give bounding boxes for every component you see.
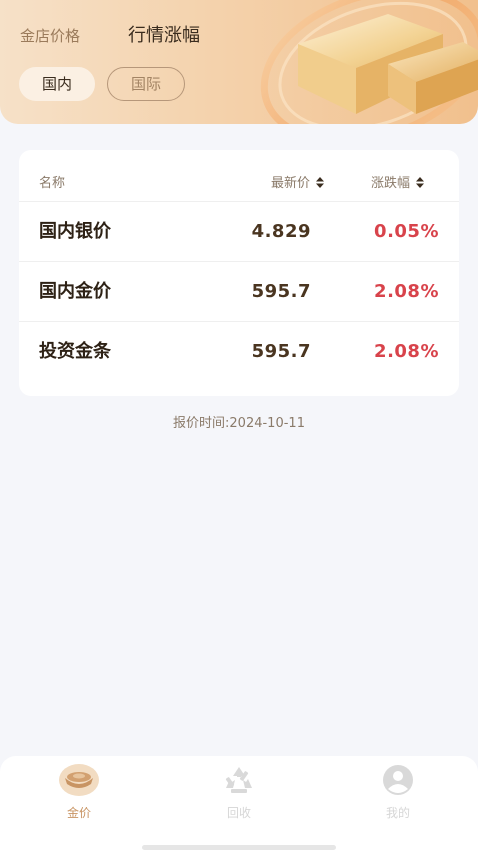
sort-icon[interactable] <box>416 177 425 188</box>
tab-market-change[interactable]: 行情涨幅 <box>128 22 200 50</box>
row-price: 4.829 <box>251 221 311 242</box>
gold-price-page: 金店价格 行情涨幅 国内 国际 名称 最新价 涨跌幅 国内银价 4.829 0.… <box>0 0 478 850</box>
row-name: 国内银价 <box>39 221 111 242</box>
quote-time: 报价时间:2024-10-11 <box>173 416 305 431</box>
column-header-latest-price[interactable]: 最新价 <box>271 172 325 191</box>
column-header-latest-price-label: 最新价 <box>271 176 311 191</box>
table-header: 名称 最新价 涨跌幅 <box>19 150 459 202</box>
sort-icon[interactable] <box>316 177 325 188</box>
table-row[interactable]: 国内金价 595.7 2.08% <box>19 262 459 322</box>
region-pill-international[interactable]: 国际 <box>107 67 185 101</box>
header-banner: 金店价格 行情涨幅 国内 国际 <box>0 0 478 124</box>
tab-store-price[interactable]: 金店价格 <box>20 22 80 50</box>
nav-label: 我的 <box>385 806 410 820</box>
nav-item-gold-price[interactable]: 金价 <box>39 764 119 826</box>
gold-bars-illustration <box>260 0 478 124</box>
column-header-name: 名称 <box>39 176 66 191</box>
region-pill-domestic[interactable]: 国内 <box>19 67 95 101</box>
row-change: 0.05% <box>374 221 439 242</box>
column-header-change-label: 涨跌幅 <box>371 176 411 191</box>
gold-ingot-icon <box>59 764 99 796</box>
row-price: 595.7 <box>251 341 311 362</box>
column-header-change[interactable]: 涨跌幅 <box>371 172 425 191</box>
nav-label: 金价 <box>66 806 91 820</box>
user-icon <box>383 765 413 795</box>
nav-item-mine[interactable]: 我的 <box>358 764 438 826</box>
price-table-card: 名称 最新价 涨跌幅 国内银价 4.829 0.05% 国内金价 595.7 2… <box>19 150 459 396</box>
nav-label: 回收 <box>226 806 251 820</box>
table-row[interactable]: 国内银价 4.829 0.05% <box>19 202 459 262</box>
bottom-nav: 金价 回收 我的 <box>0 756 478 850</box>
row-change: 2.08% <box>374 281 439 302</box>
recycle-icon <box>225 767 252 793</box>
row-name: 投资金条 <box>39 341 111 362</box>
row-name: 国内金价 <box>39 281 111 302</box>
table-row[interactable]: 投资金条 595.7 2.08% <box>19 322 459 382</box>
nav-item-recycle[interactable]: 回收 <box>199 764 279 826</box>
row-price: 595.7 <box>251 281 311 302</box>
home-indicator[interactable] <box>142 845 336 850</box>
row-change: 2.08% <box>374 341 439 362</box>
